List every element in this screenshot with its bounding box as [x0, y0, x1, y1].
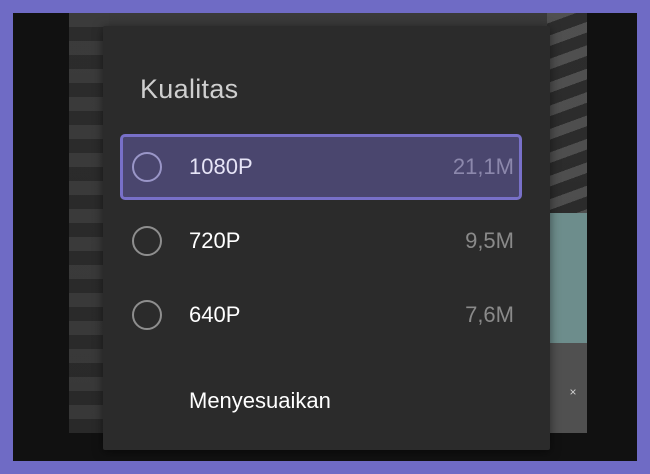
option-size: 9,5M [465, 228, 514, 253]
quality-dialog: Kualitas 1080P 21,1M 720P 9,5M 640P 7,6M… [103, 26, 550, 450]
option-size: 21,1M [452, 154, 514, 179]
screen-frame: × Kualitas 1080P 21,1M 720P 9,5M 640P 7,… [13, 13, 637, 461]
radio-unchecked-icon[interactable] [132, 226, 162, 256]
background-video-right-detail [547, 13, 587, 213]
quality-option-640p[interactable]: 640P 7,6M [120, 282, 522, 348]
radio-unchecked-icon[interactable] [132, 300, 162, 330]
custom-quality-option[interactable]: Menyesuaikan [189, 388, 331, 414]
option-label: 720P [189, 228, 241, 253]
background-ad-image [547, 213, 587, 343]
option-label: 1080P [189, 154, 253, 179]
option-size: 7,6M [465, 302, 514, 327]
dialog-title: Kualitas [140, 74, 239, 104]
quality-option-720p[interactable]: 720P 9,5M [120, 208, 522, 274]
close-icon[interactable]: × [566, 385, 580, 399]
option-label: 640P [189, 302, 241, 327]
radio-unchecked-icon[interactable] [132, 152, 162, 182]
quality-option-1080p[interactable]: 1080P 21,1M [120, 134, 522, 200]
